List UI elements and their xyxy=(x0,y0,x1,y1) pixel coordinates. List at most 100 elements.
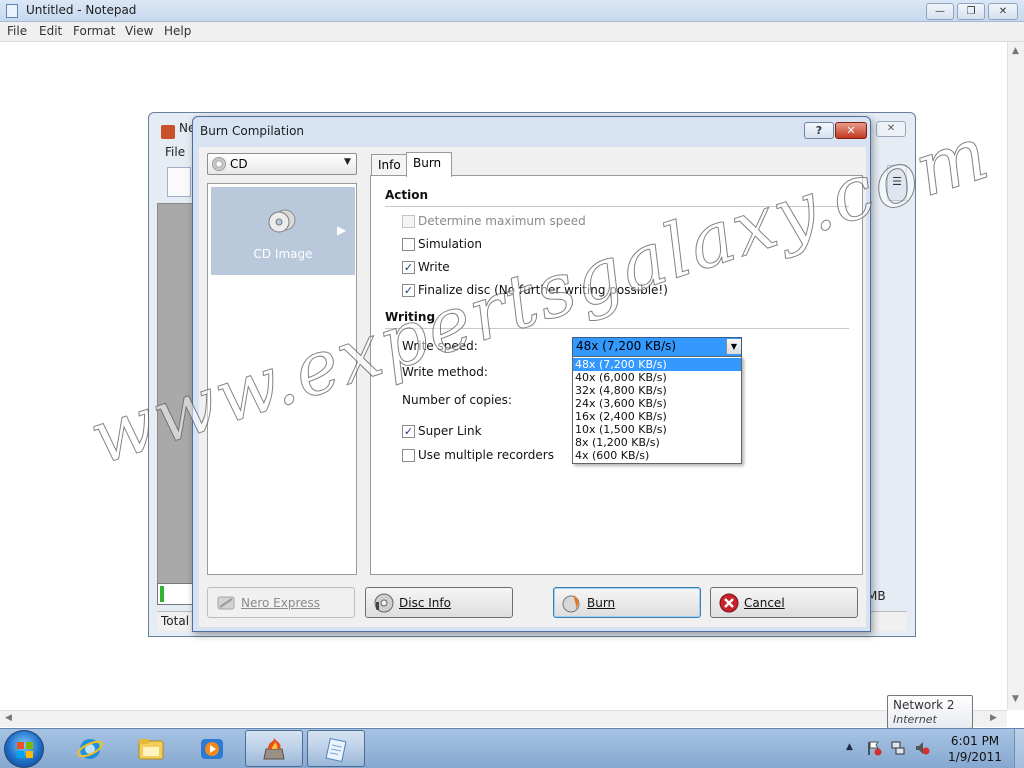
nero-menu-file[interactable]: File xyxy=(165,145,185,159)
horizontal-scrollbar[interactable]: ◀ ▶ xyxy=(0,710,1007,727)
write-speed-option[interactable]: 40x (6,000 KB/s) xyxy=(573,371,741,384)
nero-express-button[interactable]: Nero Express xyxy=(207,587,355,618)
tab-burn[interactable]: Burn xyxy=(406,152,452,177)
taskbar-notepad[interactable] xyxy=(307,730,365,767)
checkbox-checked[interactable]: ✓ xyxy=(402,425,415,438)
action-option-label: Finalize disc (No further writing possib… xyxy=(418,283,668,297)
new-document-icon[interactable] xyxy=(167,167,191,197)
action-center-flag-icon[interactable] xyxy=(866,740,882,756)
writing-section-title: Writing xyxy=(385,310,436,324)
chevron-down-icon: ▼ xyxy=(344,157,351,167)
menu-edit[interactable]: Edit xyxy=(39,24,62,38)
nero-icon xyxy=(161,125,175,139)
write-speed-option[interactable]: 4x (600 KB/s) xyxy=(573,449,741,462)
volume-muted-icon[interactable] xyxy=(914,740,930,756)
write-speed-option[interactable]: 48x (7,200 KB/s) xyxy=(573,358,741,371)
burn-tab-panel: Action Determine maximum speed Simulation… xyxy=(370,175,863,575)
dialog-close-button[interactable]: ✕ xyxy=(835,122,867,139)
writing-option-label: Use multiple recorders xyxy=(418,448,554,462)
internet-explorer-icon xyxy=(77,739,103,759)
show-desktop-button[interactable] xyxy=(1014,729,1024,768)
restore-button[interactable]: ❐ xyxy=(957,3,985,20)
write-speed-select[interactable]: 48x (7,200 KB/s) ▼ xyxy=(572,337,742,356)
burn-button[interactable]: Burn xyxy=(553,587,701,618)
write-speed-option[interactable]: 32x (4,800 KB/s) xyxy=(573,384,741,397)
menu-file[interactable]: File xyxy=(7,24,27,38)
cd-image-tile[interactable]: CD Image ▶ xyxy=(211,187,355,275)
compilation-category-list: CD Image ▶ xyxy=(207,183,357,575)
notepad-menubar: File Edit Format View Help xyxy=(0,22,1024,42)
nero-express-icon xyxy=(217,596,235,610)
action-option-label: Simulation xyxy=(418,237,482,251)
copies-label: Number of copies: xyxy=(402,393,512,407)
show-hidden-icons-icon[interactable]: ▲ xyxy=(846,742,853,752)
action-option-label: Write xyxy=(418,260,450,274)
cancel-button[interactable]: Cancel xyxy=(710,587,858,618)
taskbar-internet-explorer[interactable] xyxy=(62,730,120,767)
write-method-label: Write method: xyxy=(402,365,488,379)
burn-compilation-dialog: Burn Compilation ? ✕ CD ▼ CD Image ▶ Inf… xyxy=(192,116,871,632)
cd-icon xyxy=(212,157,226,171)
taskbar-windows-explorer[interactable] xyxy=(123,730,181,767)
disc-type-value: CD xyxy=(230,157,248,171)
menu-format[interactable]: Format xyxy=(73,24,115,38)
disc-type-select[interactable]: CD ▼ xyxy=(207,153,357,175)
cancel-label: Cancel xyxy=(744,596,785,610)
disc-info-button[interactable]: Disc Info xyxy=(365,587,513,618)
scroll-down-icon[interactable]: ▼ xyxy=(1012,694,1019,704)
start-button[interactable] xyxy=(4,730,44,768)
vertical-scrollbar[interactable]: ▲ ▼ xyxy=(1007,42,1024,710)
cd-image-label: CD Image xyxy=(253,247,313,261)
network-icon[interactable] xyxy=(890,740,906,756)
checkbox[interactable] xyxy=(402,238,415,251)
scroll-up-icon[interactable]: ▲ xyxy=(1012,46,1019,56)
write-speed-option[interactable]: 10x (1,500 KB/s) xyxy=(573,423,741,436)
disc-info-label: Disc Info xyxy=(399,596,451,610)
writing-option-label: Super Link xyxy=(418,424,482,438)
dialog-title: Burn Compilation xyxy=(200,124,305,138)
capacity-bar-fill xyxy=(160,586,164,602)
cancel-icon xyxy=(719,593,739,613)
dialog-body: CD ▼ CD Image ▶ Info Burn Action Determi… xyxy=(199,147,866,627)
checkbox-checked[interactable]: ✓ xyxy=(402,284,415,297)
close-button[interactable]: ✕ xyxy=(988,3,1018,20)
toolbar-options-icon[interactable]: ☰ xyxy=(887,165,907,201)
action-section-title: Action xyxy=(385,188,429,202)
notepad-titlebar[interactable]: Untitled - Notepad — ❐ ✕ xyxy=(0,0,1024,22)
notepad-icon xyxy=(6,4,18,18)
write-speed-option[interactable]: 8x (1,200 KB/s) xyxy=(573,436,741,449)
write-speed-option[interactable]: 24x (3,600 KB/s) xyxy=(573,397,741,410)
checkbox-checked[interactable]: ✓ xyxy=(402,261,415,274)
cd-image-icon xyxy=(268,209,296,233)
notepad-icon xyxy=(325,737,347,763)
checkbox[interactable] xyxy=(402,449,415,462)
taskbar-nero[interactable] xyxy=(245,730,303,767)
clock-time[interactable]: 6:01 PM xyxy=(940,734,1010,748)
tab-info[interactable]: Info xyxy=(371,154,407,176)
scroll-left-icon[interactable]: ◀ xyxy=(5,713,12,723)
action-option-label: Determine maximum speed xyxy=(418,214,586,228)
nero-close-button[interactable]: ✕ xyxy=(876,121,906,137)
scroll-right-icon[interactable]: ▶ xyxy=(990,713,997,723)
capacity-bar xyxy=(157,583,197,605)
clock-date[interactable]: 1/9/2011 xyxy=(940,750,1010,764)
write-speed-option[interactable]: 16x (2,400 KB/s) xyxy=(573,410,741,423)
nero-express-label: Nero Express xyxy=(241,596,321,610)
chevron-right-icon: ▶ xyxy=(337,223,347,237)
taskbar-media-player[interactable] xyxy=(184,730,242,767)
burn-icon xyxy=(562,595,580,613)
chevron-down-icon[interactable]: ▼ xyxy=(726,339,741,354)
help-button[interactable]: ? xyxy=(804,122,834,139)
network-name: Network 2 xyxy=(893,698,955,712)
menu-view[interactable]: View xyxy=(125,24,153,38)
windows-logo-icon xyxy=(17,742,33,758)
taskbar: ▲ 6:01 PM 1/9/2011 xyxy=(0,728,1024,768)
section-divider xyxy=(385,206,849,207)
section-divider xyxy=(385,328,849,329)
write-speed-dropdown-list[interactable]: 48x (7,200 KB/s) 40x (6,000 KB/s) 32x (4,8… xyxy=(572,356,742,464)
menu-help[interactable]: Help xyxy=(164,24,191,38)
minimize-button[interactable]: — xyxy=(926,3,954,20)
burn-label: Burn xyxy=(587,596,616,610)
checkbox[interactable] xyxy=(402,215,415,228)
windows-explorer-icon xyxy=(138,739,164,760)
